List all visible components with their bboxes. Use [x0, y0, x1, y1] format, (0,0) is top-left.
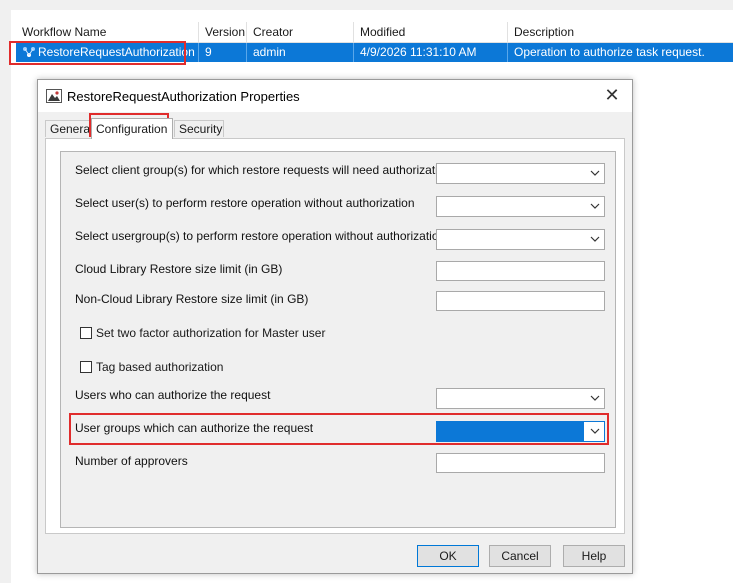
column-header-creator[interactable]: Creator — [247, 22, 354, 42]
close-icon: ✕ — [604, 85, 620, 105]
highlight-workflow-row — [9, 41, 186, 65]
chevron-down-icon — [590, 395, 600, 401]
table-header: Workflow Name Version Creator Modified D… — [16, 22, 733, 43]
close-button[interactable]: ✕ — [598, 84, 626, 108]
two-factor-label: Set two factor authorization for Master … — [96, 326, 326, 340]
approvers-field[interactable] — [436, 453, 605, 473]
cell-description: Operation to authorize task request. — [514, 45, 705, 59]
tag-based-label: Tag based authorization — [96, 360, 224, 374]
cancel-button[interactable]: Cancel — [489, 545, 551, 567]
configuration-panel: Select client group(s) for which restore… — [45, 138, 625, 534]
highlight-authorizer-groups — [69, 413, 609, 445]
tag-based-checkbox[interactable] — [80, 361, 92, 373]
tab-security[interactable]: Security — [174, 120, 224, 137]
authorizer-users-label: Users who can authorize the request — [75, 388, 271, 402]
usergroups-no-auth-dropdown[interactable] — [436, 229, 605, 250]
top-strip — [0, 0, 733, 10]
cell-modified: 4/9/2026 11:31:10 AM — [354, 43, 508, 62]
cell-creator: admin — [247, 43, 354, 62]
dialog-title: RestoreRequestAuthorization Properties — [67, 89, 300, 104]
cell-version: 9 — [199, 43, 247, 62]
cloud-limit-label: Cloud Library Restore size limit (in GB) — [75, 262, 283, 276]
configuration-group: Select client group(s) for which restore… — [60, 151, 616, 528]
app-icon — [46, 89, 62, 103]
column-header-modified[interactable]: Modified — [354, 22, 508, 42]
usergroups-no-auth-label: Select usergroup(s) to perform restore o… — [75, 229, 446, 243]
two-factor-checkbox[interactable] — [80, 327, 92, 339]
users-no-auth-label: Select user(s) to perform restore operat… — [75, 196, 415, 210]
users-no-auth-dropdown[interactable] — [436, 196, 605, 217]
left-strip — [0, 0, 11, 583]
chevron-down-icon — [590, 236, 600, 242]
workflow-table: Workflow Name Version Creator Modified D… — [16, 22, 733, 62]
help-button[interactable]: Help — [563, 545, 625, 567]
client-groups-dropdown[interactable] — [436, 163, 605, 184]
client-groups-label: Select client group(s) for which restore… — [75, 163, 455, 177]
column-header-version[interactable]: Version — [199, 22, 247, 42]
ok-button[interactable]: OK — [417, 545, 479, 567]
tab-configuration[interactable]: Configuration — [91, 118, 173, 139]
authorizer-users-dropdown[interactable] — [436, 388, 605, 409]
tab-general[interactable]: General — [45, 120, 93, 137]
properties-dialog: RestoreRequestAuthorization Properties ✕… — [37, 79, 633, 574]
noncloud-limit-field[interactable] — [436, 291, 605, 311]
cloud-limit-field[interactable] — [436, 261, 605, 281]
noncloud-limit-label: Non-Cloud Library Restore size limit (in… — [75, 292, 309, 306]
approvers-label: Number of approvers — [75, 454, 188, 468]
chevron-down-icon — [590, 203, 600, 209]
dialog-titlebar[interactable]: RestoreRequestAuthorization Properties ✕ — [38, 80, 632, 112]
column-header-description[interactable]: Description — [508, 22, 733, 42]
chevron-down-icon — [590, 170, 600, 176]
column-header-workflow-name[interactable]: Workflow Name — [16, 22, 199, 42]
